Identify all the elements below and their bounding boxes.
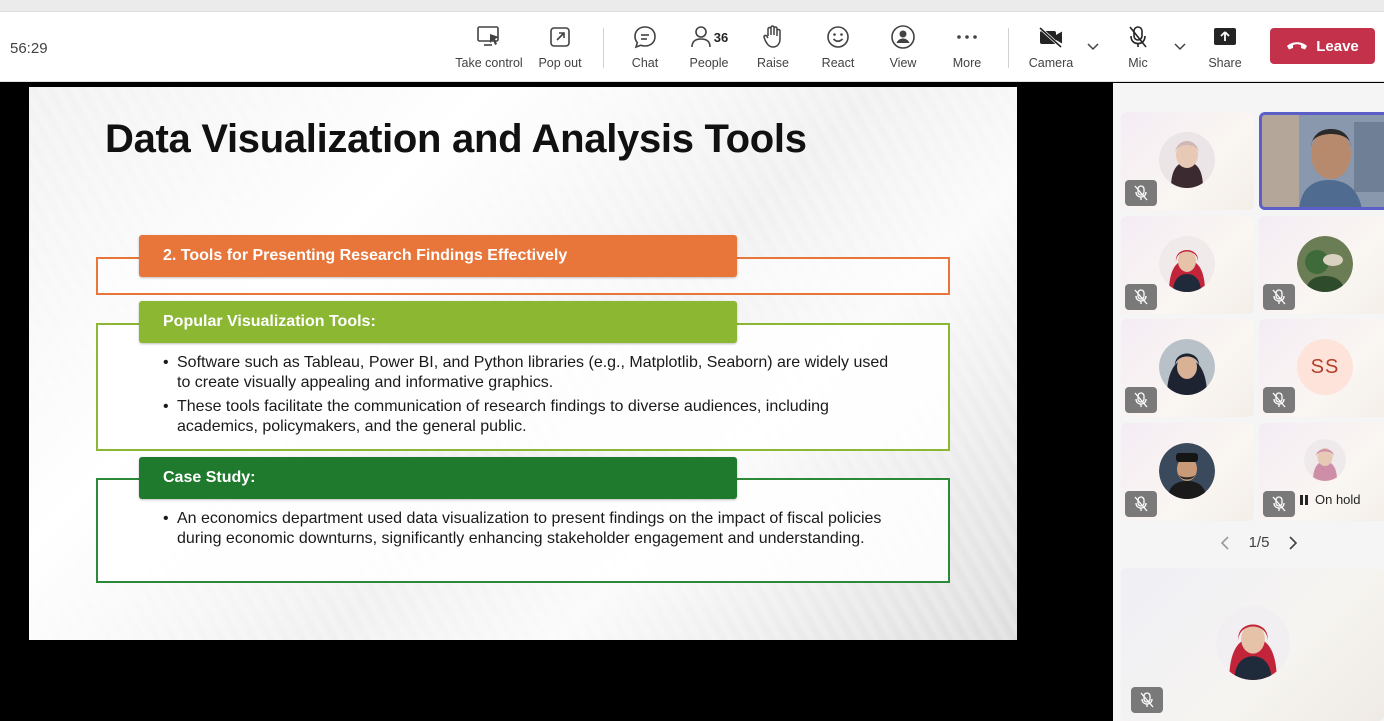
share-screen-icon (1214, 28, 1236, 45)
muted-mic-indicator (1263, 491, 1295, 517)
take-control-label: Take control (455, 56, 523, 70)
toolbar-divider (1008, 28, 1009, 68)
mic-off-icon (1134, 289, 1148, 305)
presentation-slide: Data Visualization and Analysis Tools 2.… (29, 87, 1017, 640)
raise-hand-icon (763, 25, 781, 48)
muted-mic-indicator (1125, 491, 1157, 517)
pop-out-button[interactable]: Pop out (535, 22, 585, 78)
people-button[interactable]: 36 People (686, 22, 732, 78)
leave-label: Leave (1316, 37, 1359, 55)
on-hold-status: On hold (1299, 492, 1361, 507)
teams-meeting-window: 56:29 Take control Pop out Chat 36 Peopl… (0, 0, 1384, 721)
more-label: More (952, 56, 982, 70)
view-button[interactable]: View (883, 22, 923, 78)
participant-tile[interactable] (1259, 216, 1384, 314)
take-control-icon (477, 26, 499, 46)
participant-tile[interactable]: SS (1259, 319, 1384, 417)
people-count: 36 (713, 29, 729, 45)
participant-tile[interactable] (1121, 112, 1254, 210)
avatar (1304, 439, 1346, 481)
mic-off-icon (1140, 692, 1154, 708)
camera-options-chevron-icon[interactable] (1086, 42, 1100, 52)
raise-label: Raise (757, 56, 789, 70)
mic-off-icon (1134, 496, 1148, 512)
mic-off-icon (1134, 185, 1148, 201)
avatar (1159, 339, 1215, 395)
toolbar-divider (603, 28, 604, 68)
raise-hand-button[interactable]: Raise (753, 22, 793, 78)
chevron-left-icon[interactable] (1219, 535, 1231, 551)
avatar (1159, 443, 1215, 499)
smiley-icon (827, 26, 849, 48)
gallery-pager: 1/5 (1219, 534, 1299, 551)
participant-tile[interactable] (1121, 423, 1254, 521)
camera-off-icon (1038, 26, 1063, 49)
share-label: Share (1208, 56, 1242, 70)
react-label: React (821, 56, 855, 70)
muted-mic-indicator (1125, 180, 1157, 206)
section2-header: Popular Visualization Tools: (139, 301, 737, 343)
people-label: People (689, 56, 729, 70)
view-label: View (889, 56, 917, 70)
leave-button[interactable]: Leave (1270, 28, 1375, 64)
camera-label: Camera (1028, 56, 1074, 70)
participant-tile[interactable] (1121, 319, 1254, 417)
on-hold-label: On hold (1315, 492, 1361, 507)
title-strip (0, 0, 1384, 12)
muted-mic-indicator (1125, 387, 1157, 413)
avatar (1159, 236, 1215, 292)
section1-header: 2. Tools for Presenting Research Finding… (139, 235, 737, 277)
participants-gallery: SS On hold 1/5 (1113, 83, 1384, 721)
chat-label: Chat (631, 56, 659, 70)
section2-bullets: Software such as Tableau, Power BI, and … (161, 353, 901, 441)
mic-button[interactable]: Mic (1118, 22, 1158, 78)
avatar (1216, 606, 1290, 680)
mic-off-icon (1134, 392, 1148, 408)
pause-icon (1300, 494, 1308, 505)
react-button[interactable]: React (818, 22, 858, 78)
mic-label: Mic (1128, 56, 1148, 70)
camera-button[interactable]: Camera (1026, 22, 1076, 78)
avatar (1297, 236, 1353, 292)
meeting-toolbar: 56:29 Take control Pop out Chat 36 Peopl… (0, 12, 1384, 82)
view-person-icon (891, 25, 915, 49)
avatar (1159, 132, 1215, 188)
mic-options-chevron-icon[interactable] (1173, 42, 1187, 52)
bullet-item: These tools facilitate the communication… (161, 397, 901, 437)
more-button[interactable]: More (947, 22, 987, 78)
section3-header: Case Study: (139, 457, 737, 499)
section3-bullets: An economics department used data visual… (161, 509, 901, 553)
people-icon (690, 26, 711, 48)
bullet-item: Software such as Tableau, Power BI, and … (161, 353, 901, 393)
muted-mic-indicator (1263, 284, 1295, 310)
mic-off-icon (1272, 496, 1286, 512)
chevron-right-icon[interactable] (1287, 535, 1299, 551)
self-view-tile[interactable] (1121, 568, 1384, 721)
bullet-item: An economics department used data visual… (161, 509, 901, 549)
chat-icon (634, 26, 656, 49)
slide-title: Data Visualization and Analysis Tools (105, 117, 807, 161)
participant-tile[interactable] (1121, 216, 1254, 314)
mic-off-icon (1272, 392, 1286, 408)
share-button[interactable]: Share (1205, 22, 1245, 78)
hang-up-phone-icon (1287, 42, 1308, 50)
muted-mic-indicator (1125, 284, 1157, 310)
muted-mic-indicator (1131, 687, 1163, 713)
take-control-button[interactable]: Take control (455, 22, 523, 78)
meeting-timer: 56:29 (10, 40, 48, 57)
pop-out-label: Pop out (538, 56, 582, 70)
page-indicator: 1/5 (1248, 534, 1270, 551)
participant-video-feed (1262, 115, 1384, 207)
chat-button[interactable]: Chat (625, 22, 665, 78)
mic-off-icon (1129, 26, 1147, 48)
mic-off-icon (1272, 289, 1286, 305)
pop-out-icon (550, 27, 570, 47)
participant-tile-on-hold[interactable]: On hold (1259, 423, 1384, 521)
avatar-initials: SS (1297, 339, 1353, 395)
participant-tile-active-speaker[interactable] (1259, 112, 1384, 210)
shared-screen-stage: Data Visualization and Analysis Tools 2.… (0, 83, 1113, 721)
muted-mic-indicator (1263, 387, 1295, 413)
more-dots-icon (957, 35, 977, 39)
